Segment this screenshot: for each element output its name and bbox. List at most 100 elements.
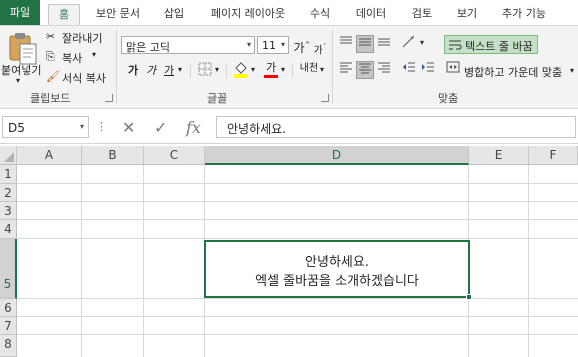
increase-indent-button[interactable] bbox=[419, 61, 437, 79]
paste-icon[interactable] bbox=[6, 32, 40, 66]
align-left-icon bbox=[340, 62, 352, 73]
column-header-a[interactable]: A bbox=[17, 146, 82, 165]
gridline bbox=[143, 165, 144, 357]
tab-review[interactable]: 검토 bbox=[404, 4, 440, 26]
phonetic-dropdown-icon[interactable]: ▾ bbox=[320, 65, 324, 74]
enter-icon[interactable]: ✓ bbox=[154, 118, 167, 137]
merge-dropdown-icon[interactable]: ▾ bbox=[570, 66, 574, 75]
formula-content: 안녕하세요. bbox=[227, 122, 287, 136]
row-header-8[interactable]: 8 bbox=[0, 335, 17, 357]
fill-color-dropdown-icon[interactable]: ▾ bbox=[251, 65, 255, 74]
italic-button[interactable]: 가 bbox=[142, 62, 160, 80]
column-header-e[interactable]: E bbox=[469, 146, 529, 165]
format-painter-button[interactable]: 서식 복사 bbox=[62, 70, 106, 86]
copy-icon[interactable]: ⎘ bbox=[46, 50, 55, 64]
row-header-5[interactable]: 5 bbox=[0, 239, 17, 299]
chevron-down-icon: ▾ bbox=[280, 40, 285, 49]
corner-triangle-icon bbox=[4, 152, 14, 162]
align-left-button[interactable] bbox=[337, 61, 355, 79]
orientation-button[interactable] bbox=[400, 35, 418, 53]
cancel-icon[interactable]: ✕ bbox=[122, 118, 135, 137]
align-middle-button[interactable] bbox=[356, 35, 374, 53]
tab-insert[interactable]: 삽입 bbox=[157, 4, 191, 26]
increase-font-button[interactable]: 가^ bbox=[293, 36, 311, 55]
cut-icon[interactable]: ✂ bbox=[46, 30, 55, 43]
column-header-b[interactable]: B bbox=[82, 146, 144, 165]
tab-file[interactable]: 파일 bbox=[0, 0, 40, 26]
copy-button[interactable]: 복사 bbox=[62, 50, 82, 66]
decrease-font-label: 가 bbox=[313, 45, 323, 57]
merge-center-button[interactable]: 병합하고 가운데 맞춤 bbox=[464, 64, 562, 80]
column-header-f[interactable]: F bbox=[529, 146, 578, 165]
tab-home[interactable]: 홈 bbox=[48, 4, 80, 26]
tab-page-layout[interactable]: 페이지 레이아웃 bbox=[202, 4, 294, 26]
merge-center-icon[interactable] bbox=[444, 61, 462, 79]
gridline bbox=[528, 165, 529, 357]
name-box[interactable]: D5 ▾ bbox=[2, 116, 89, 138]
gridline bbox=[17, 316, 578, 317]
orientation-dropdown-icon[interactable]: ▾ bbox=[420, 38, 424, 47]
select-all-corner[interactable] bbox=[0, 146, 17, 165]
font-name-dropdown[interactable]: 맑은 고딕 ▾ bbox=[121, 36, 255, 54]
copy-dropdown-icon[interactable]: ▾ bbox=[92, 50, 96, 59]
tab-formulas[interactable]: 수식 bbox=[303, 4, 337, 26]
format-painter-icon[interactable]: 🖌 bbox=[46, 70, 60, 83]
align-bottom-button[interactable] bbox=[375, 35, 393, 53]
align-top-button[interactable] bbox=[337, 35, 355, 53]
more-options-icon[interactable]: ⋮ bbox=[96, 120, 107, 133]
row-header-4[interactable]: 4 bbox=[0, 220, 17, 239]
fill-color-button[interactable] bbox=[232, 60, 250, 78]
clipboard-launcher-icon[interactable] bbox=[105, 94, 113, 102]
align-right-button[interactable] bbox=[375, 61, 393, 79]
tab-view[interactable]: 보기 bbox=[449, 4, 485, 26]
row-header-7[interactable]: 7 bbox=[0, 317, 17, 335]
tab-data[interactable]: 데이터 bbox=[347, 4, 395, 26]
font-group-label: 글꼴 bbox=[207, 92, 228, 105]
row-header-3[interactable]: 3 bbox=[0, 202, 17, 220]
font-color-dropdown-icon[interactable]: ▾ bbox=[281, 65, 285, 74]
align-bottom-icon bbox=[378, 38, 390, 46]
divider bbox=[292, 64, 293, 78]
cut-button[interactable]: 잘라내기 bbox=[62, 30, 102, 46]
tab-addins[interactable]: 추가 기능 bbox=[494, 4, 554, 26]
row-header-1[interactable]: 1 bbox=[0, 165, 17, 184]
worksheet-grid[interactable]: A B C D E F 1 2 3 4 5 6 7 8 안녕하세요. 엑셀 줄바… bbox=[0, 146, 578, 357]
phonetic-button[interactable]: 내천 bbox=[298, 60, 320, 78]
paste-dropdown-icon[interactable]: ▾ bbox=[16, 76, 20, 85]
row-header-2[interactable]: 2 bbox=[0, 184, 17, 202]
font-launcher-icon[interactable] bbox=[321, 94, 329, 102]
underline-dropdown-icon[interactable]: ▾ bbox=[178, 65, 182, 74]
font-name-value: 맑은 고딕 bbox=[126, 41, 170, 54]
font-color-button[interactable]: 가 bbox=[262, 59, 280, 78]
gridline bbox=[17, 183, 578, 184]
fill-handle[interactable] bbox=[466, 294, 472, 300]
insert-function-icon[interactable]: fx bbox=[186, 118, 201, 137]
tab-security[interactable]: 보안 문서 bbox=[88, 4, 148, 26]
row-header-6[interactable]: 6 bbox=[0, 299, 17, 317]
paste-button[interactable]: 붙여넣기 bbox=[1, 62, 41, 78]
cell-text-line-2: 엑셀 줄바꿈을 소개하겠습니다 bbox=[255, 274, 419, 289]
gridline bbox=[17, 219, 578, 220]
active-cell-d5[interactable]: 안녕하세요. 엑셀 줄바꿈을 소개하겠습니다 bbox=[204, 240, 470, 298]
align-top-icon bbox=[340, 36, 352, 44]
bold-button[interactable]: 가 bbox=[124, 62, 142, 80]
formula-input[interactable]: 안녕하세요. bbox=[216, 116, 576, 138]
wrap-text-label: 텍스트 줄 바꿈 bbox=[465, 40, 533, 53]
underline-button[interactable]: 가 bbox=[160, 62, 178, 80]
border-button[interactable] bbox=[196, 62, 214, 80]
column-header-c[interactable]: C bbox=[144, 146, 205, 165]
decrease-font-button[interactable]: 가ˇ bbox=[311, 38, 329, 56]
gridline bbox=[17, 201, 578, 202]
clipboard-group-label: 클립보드 bbox=[30, 92, 71, 105]
border-dropdown-icon[interactable]: ▾ bbox=[215, 65, 219, 74]
decrease-indent-button[interactable] bbox=[400, 61, 418, 79]
font-size-dropdown[interactable]: 11 ▾ bbox=[257, 36, 289, 54]
gridline bbox=[17, 298, 578, 299]
column-header-d[interactable]: D bbox=[205, 146, 469, 165]
ribbon-tab-bar: 파일 홈 보안 문서 삽입 페이지 레이아웃 수식 데이터 검토 보기 추가 기… bbox=[0, 0, 578, 26]
wrap-text-button[interactable]: 텍스트 줄 바꿈 bbox=[444, 35, 538, 54]
align-center-button[interactable] bbox=[356, 61, 374, 79]
alignment-group-label: 맞춤 bbox=[438, 92, 459, 105]
group-divider bbox=[332, 30, 333, 104]
text-orientation-icon bbox=[402, 36, 414, 48]
